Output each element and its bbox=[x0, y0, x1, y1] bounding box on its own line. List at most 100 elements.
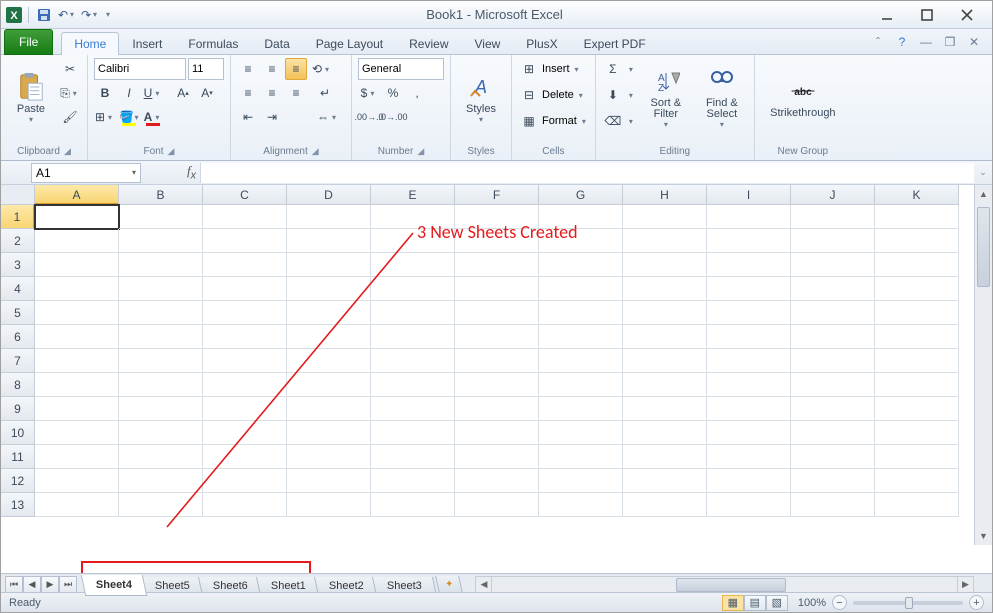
tab-file[interactable]: File bbox=[4, 29, 53, 55]
number-format-combo[interactable] bbox=[358, 58, 444, 80]
cell[interactable] bbox=[371, 493, 455, 517]
cell[interactable] bbox=[371, 253, 455, 277]
row-header[interactable]: 12 bbox=[1, 469, 35, 493]
cell[interactable] bbox=[203, 325, 287, 349]
cell[interactable] bbox=[875, 229, 959, 253]
fx-icon[interactable]: fx bbox=[187, 163, 196, 182]
cell[interactable] bbox=[119, 469, 203, 493]
bold-button[interactable]: B bbox=[94, 82, 116, 104]
cell[interactable] bbox=[623, 493, 707, 517]
cell[interactable] bbox=[623, 421, 707, 445]
cell[interactable] bbox=[875, 397, 959, 421]
cell[interactable] bbox=[791, 301, 875, 325]
cell[interactable] bbox=[539, 301, 623, 325]
cell[interactable] bbox=[707, 421, 791, 445]
cell[interactable] bbox=[35, 349, 119, 373]
cell[interactable] bbox=[707, 205, 791, 229]
cell[interactable] bbox=[623, 373, 707, 397]
font-name-combo[interactable] bbox=[94, 58, 186, 80]
cell[interactable] bbox=[35, 397, 119, 421]
number-launcher-icon[interactable]: ◢ bbox=[417, 146, 424, 157]
cell[interactable] bbox=[287, 325, 371, 349]
cell[interactable] bbox=[623, 205, 707, 229]
cell[interactable] bbox=[287, 397, 371, 421]
maximize-button[interactable] bbox=[916, 4, 938, 26]
delete-label[interactable]: Delete bbox=[542, 89, 574, 101]
cell[interactable] bbox=[455, 253, 539, 277]
wrap-text-icon[interactable]: ↵ bbox=[311, 82, 339, 104]
align-middle-icon[interactable]: ≡ bbox=[261, 58, 283, 80]
cell[interactable] bbox=[791, 277, 875, 301]
align-bottom-icon[interactable]: ≡ bbox=[285, 58, 307, 80]
hscroll-thumb[interactable] bbox=[676, 578, 786, 592]
cell[interactable] bbox=[707, 325, 791, 349]
cell[interactable] bbox=[539, 397, 623, 421]
cell[interactable] bbox=[119, 277, 203, 301]
cell[interactable] bbox=[35, 253, 119, 277]
cell[interactable] bbox=[791, 445, 875, 469]
format-label[interactable]: Format bbox=[542, 115, 577, 127]
cell[interactable] bbox=[875, 205, 959, 229]
cell[interactable] bbox=[371, 469, 455, 493]
cell[interactable] bbox=[791, 229, 875, 253]
cell[interactable] bbox=[623, 277, 707, 301]
expand-formula-bar-icon[interactable]: ⌄ bbox=[974, 167, 992, 178]
cell[interactable] bbox=[287, 421, 371, 445]
cell[interactable] bbox=[875, 253, 959, 277]
percent-format-icon[interactable]: % bbox=[382, 82, 404, 104]
cell[interactable] bbox=[875, 301, 959, 325]
cell[interactable] bbox=[875, 493, 959, 517]
cell[interactable] bbox=[371, 205, 455, 229]
scroll-down-icon[interactable]: ▼ bbox=[975, 527, 992, 545]
cell[interactable] bbox=[287, 349, 371, 373]
cell[interactable] bbox=[455, 445, 539, 469]
column-header[interactable]: I bbox=[707, 185, 791, 205]
sort-filter-button[interactable]: AZ Sort & Filter▾ bbox=[640, 58, 692, 138]
scroll-up-icon[interactable]: ▲ bbox=[975, 185, 992, 203]
cell[interactable] bbox=[455, 349, 539, 373]
cell[interactable] bbox=[623, 349, 707, 373]
qat-customize-icon[interactable]: ▾ bbox=[103, 5, 113, 25]
cell[interactable] bbox=[875, 445, 959, 469]
alignment-launcher-icon[interactable]: ◢ bbox=[312, 146, 319, 157]
window-minimize-icon[interactable]: — bbox=[918, 34, 934, 50]
cell[interactable] bbox=[35, 301, 119, 325]
cell[interactable] bbox=[203, 205, 287, 229]
row-header[interactable]: 8 bbox=[1, 373, 35, 397]
row-header[interactable]: 4 bbox=[1, 277, 35, 301]
last-sheet-nav-icon[interactable]: ⏭ bbox=[59, 576, 77, 594]
cell[interactable] bbox=[791, 397, 875, 421]
cell[interactable] bbox=[791, 421, 875, 445]
window-restore-icon[interactable]: ❐ bbox=[942, 34, 958, 50]
cell[interactable] bbox=[623, 397, 707, 421]
cell[interactable] bbox=[287, 301, 371, 325]
minimize-ribbon-icon[interactable]: ˆ bbox=[870, 34, 886, 50]
cell[interactable] bbox=[35, 373, 119, 397]
cell[interactable] bbox=[119, 493, 203, 517]
cell[interactable] bbox=[35, 229, 119, 253]
first-sheet-nav-icon[interactable]: ⏮ bbox=[5, 576, 23, 594]
cell[interactable] bbox=[707, 373, 791, 397]
cell[interactable] bbox=[287, 205, 371, 229]
normal-view-icon[interactable]: ▦ bbox=[722, 595, 744, 611]
cell[interactable] bbox=[371, 301, 455, 325]
window-close2-icon[interactable]: ✕ bbox=[966, 34, 982, 50]
cell[interactable] bbox=[203, 445, 287, 469]
find-select-button[interactable]: Find & Select▾ bbox=[696, 58, 748, 138]
align-right-icon[interactable]: ≡ bbox=[285, 82, 307, 104]
cell[interactable] bbox=[287, 277, 371, 301]
cell[interactable] bbox=[203, 421, 287, 445]
scroll-thumb[interactable] bbox=[977, 207, 990, 287]
cell[interactable] bbox=[539, 421, 623, 445]
cell[interactable] bbox=[119, 205, 203, 229]
cell[interactable] bbox=[371, 421, 455, 445]
cell[interactable] bbox=[791, 493, 875, 517]
cell[interactable] bbox=[203, 277, 287, 301]
format-cells-icon[interactable]: ▦ bbox=[518, 110, 540, 132]
cell[interactable] bbox=[707, 277, 791, 301]
tab-home[interactable]: Home bbox=[61, 32, 119, 55]
cell[interactable] bbox=[623, 229, 707, 253]
column-header[interactable]: B bbox=[119, 185, 203, 205]
tab-page-layout[interactable]: Page Layout bbox=[303, 32, 396, 55]
cell[interactable] bbox=[875, 349, 959, 373]
